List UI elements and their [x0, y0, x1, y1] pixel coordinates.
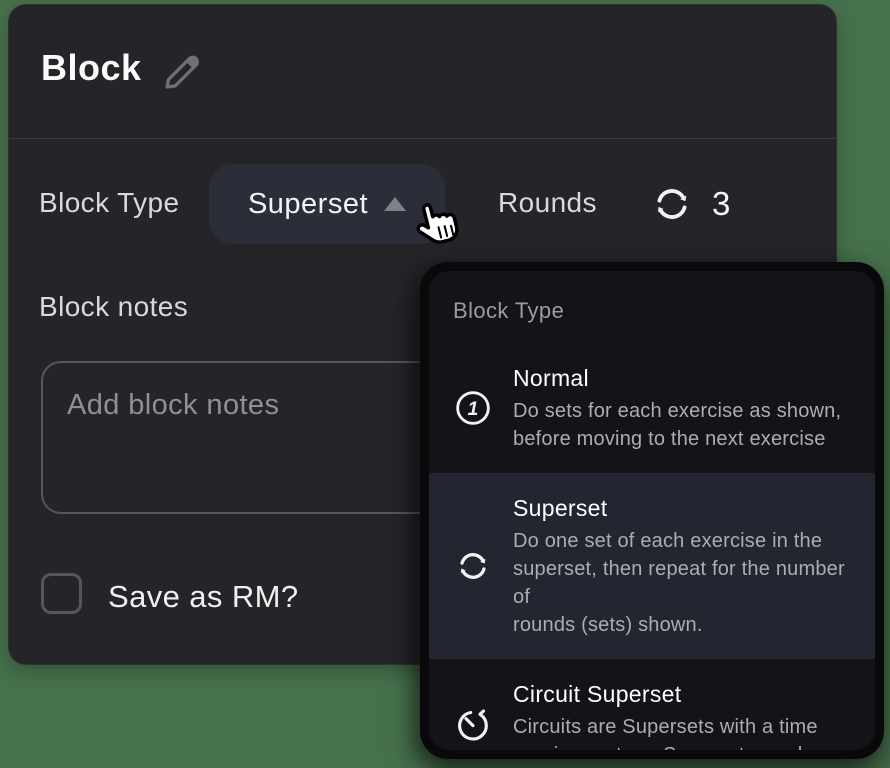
option-description: Do one set of each exercise in the super… [513, 527, 855, 639]
svg-text:1: 1 [468, 399, 479, 420]
page-title: Block [41, 47, 142, 89]
option-circuit-superset[interactable]: Circuit Superset Circuits are Supersets … [429, 659, 875, 750]
option-superset[interactable]: Superset Do one set of each exercise in … [429, 473, 875, 659]
rounds-cycle-icon [649, 181, 695, 227]
block-type-label: Block Type [39, 187, 179, 219]
header-divider [9, 138, 836, 139]
rounds-label: Rounds [498, 187, 597, 219]
block-type-dropdown-button[interactable]: Superset [209, 164, 445, 244]
cycle-icon [451, 546, 495, 586]
circled-one-icon: 1 [451, 388, 495, 428]
save-rm-checkbox[interactable] [41, 573, 82, 614]
option-description: Circuits are Supersets with a time requi… [513, 713, 855, 750]
timer-icon [451, 704, 495, 744]
edit-pencil-icon[interactable] [159, 49, 205, 95]
chevron-up-icon [384, 197, 406, 211]
option-normal[interactable]: 1 Normal Do sets for each exercise as sh… [429, 343, 875, 473]
block-type-dropdown-menu: Block Type 1 Normal Do sets for each exe… [420, 262, 884, 759]
option-title: Superset [513, 493, 855, 523]
save-rm-label: Save as RM? [108, 579, 298, 615]
option-title: Normal [513, 363, 855, 393]
option-title: Circuit Superset [513, 679, 855, 709]
dropdown-header: Block Type [429, 271, 875, 343]
dropdown-menu-surface: Block Type 1 Normal Do sets for each exe… [429, 271, 875, 750]
block-type-value: Superset [248, 188, 368, 221]
option-description: Do sets for each exercise as shown, befo… [513, 397, 855, 453]
block-notes-label: Block notes [39, 291, 188, 323]
rounds-value[interactable]: 3 [712, 185, 730, 223]
page: { "page": { "background_color": "#47714C… [0, 0, 890, 768]
